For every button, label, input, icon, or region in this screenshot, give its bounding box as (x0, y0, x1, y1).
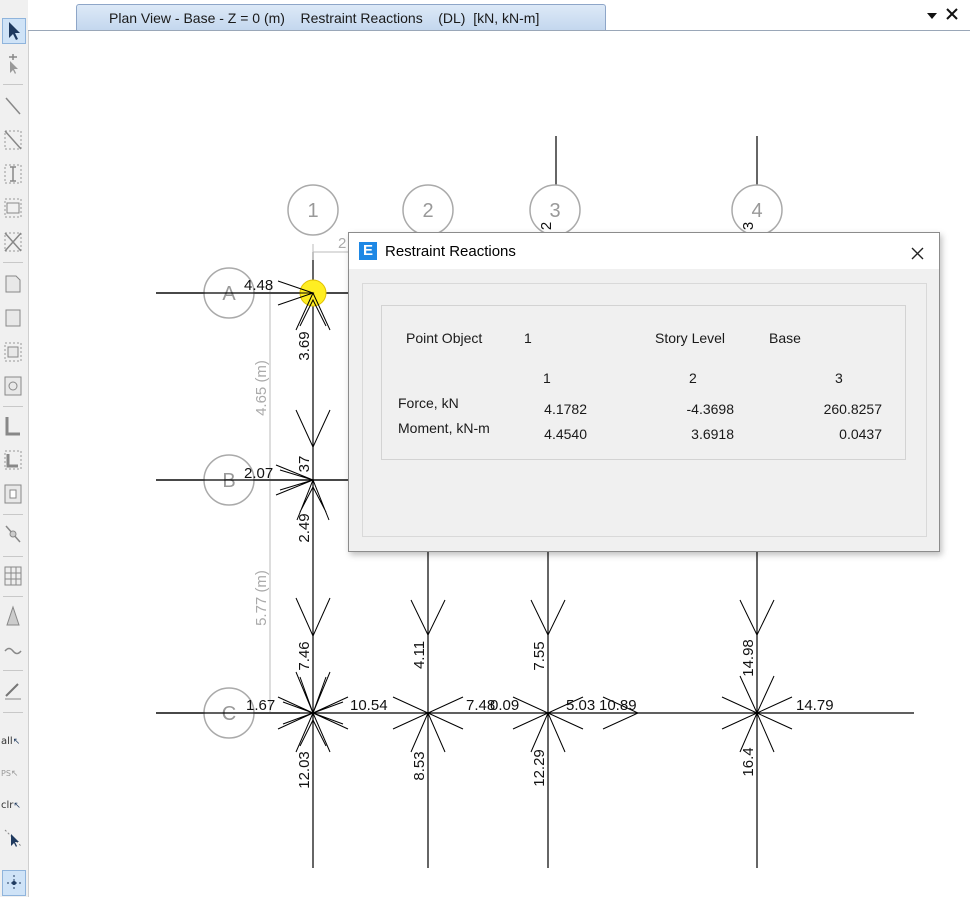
tab-plan-view[interactable]: Plan View - Base - Z = 0 (m) Restraint R… (76, 4, 606, 30)
clear-selection-button[interactable]: clr↖ (1, 800, 21, 811)
reaction-label-c3-up: 7.55 (531, 641, 548, 670)
column-header-3: 3 (835, 370, 843, 386)
draw-circle-icon[interactable] (2, 374, 24, 398)
reaction-label-c3-right: 5.03 (566, 697, 595, 714)
story-level-value: Base (769, 330, 801, 346)
select-pointer-icon[interactable] (2, 18, 26, 44)
app-icon: E (359, 242, 377, 260)
left-toolbar: all↖ PS↖ clr↖ (0, 0, 29, 897)
draw-opening-icon[interactable] (2, 340, 24, 364)
tab-close-icon[interactable] (945, 6, 959, 20)
reaction-label-b1-up: 37 (296, 456, 313, 473)
dialog-close-icon[interactable] (911, 245, 924, 260)
grid-label-C: C (222, 703, 236, 725)
reaction-label-c1-up: 7.46 (296, 641, 313, 670)
draw-wall-opening-icon[interactable] (2, 482, 24, 506)
force-value-2: -4.3698 (686, 401, 734, 417)
column-header-1: 1 (543, 370, 551, 386)
draw-cross-brace-icon[interactable] (2, 230, 24, 254)
reaction-label-a4-side: 3 (740, 222, 757, 230)
reaction-label-c4-right: 14.79 (796, 697, 834, 714)
reaction-label-c1-down: 12.03 (296, 751, 313, 789)
dialog-title: Restraint Reactions (385, 243, 516, 260)
intersecting-line-select-icon[interactable] (2, 826, 24, 850)
draw-grid-icon[interactable] (2, 564, 24, 588)
draw-wall-panel-icon[interactable] (2, 448, 24, 472)
reaction-label-c2-up: 4.11 (411, 641, 428, 669)
tab-dropdown-icon[interactable] (926, 7, 938, 19)
column-header-2: 2 (689, 370, 697, 386)
draw-floor-icon[interactable] (2, 272, 24, 296)
moment-value-1: 4.4540 (544, 426, 587, 442)
view-tab-bar: Plan View - Base - Z = 0 (m) Restraint R… (28, 0, 970, 31)
grid-label-2: 2 (422, 200, 433, 222)
draw-wave-icon[interactable] (2, 638, 24, 662)
reaction-label-a1-left: 4.48 (244, 277, 273, 294)
reaction-label-a3-side: 2 (538, 222, 555, 230)
dimension-bc-label: 5.77 (m) (253, 570, 270, 626)
draw-tendon-icon[interactable] (2, 604, 24, 628)
draw-link-icon[interactable] (2, 522, 24, 546)
reaction-label-c1-left: 1.67 (246, 697, 275, 714)
grid-label-B: B (222, 470, 235, 492)
force-value-3: 260.8257 (823, 401, 882, 417)
moment-value-2: 3.6918 (691, 426, 734, 442)
reaction-label-b1-left: 2.07 (244, 465, 273, 482)
reshape-icon[interactable] (2, 52, 24, 76)
draw-wall-icon[interactable] (2, 414, 24, 438)
force-value-1: 4.1782 (544, 401, 587, 417)
draw-brace-icon[interactable] (2, 128, 24, 152)
snap-icon[interactable] (2, 870, 26, 896)
point-object-value: 1 (524, 330, 532, 346)
reaction-label-c3-down: 12.29 (531, 749, 548, 787)
moment-row-label: Moment, kN-m (398, 420, 490, 436)
reaction-label-c3-right2: 10.89 (599, 697, 637, 714)
grid-label-1: 1 (307, 200, 318, 222)
tab-title: Plan View - Base - Z = 0 (m) Restraint R… (109, 10, 540, 26)
reaction-label-b1-down: 2.49 (296, 513, 313, 542)
reaction-label-c4-up: 14.98 (740, 639, 757, 677)
story-level-label: Story Level (655, 330, 726, 346)
reaction-label-c1-right: 10.54 (350, 697, 388, 714)
reaction-label-c4-down: 16.4 (740, 747, 757, 776)
draw-dimension-icon[interactable] (2, 678, 24, 702)
dimension-ab-label: 4.65 (m) (253, 360, 270, 416)
reaction-label-c2-down: 8.53 (411, 751, 428, 780)
draw-beam-icon[interactable] (2, 196, 24, 220)
reaction-label-c3-left: 0.09 (490, 697, 519, 714)
dialog-titlebar[interactable]: E Restraint Reactions (349, 233, 939, 269)
draw-line-icon[interactable] (2, 94, 24, 118)
draw-rect-floor-icon[interactable] (2, 306, 24, 330)
dimension-top-label: 2 (338, 235, 346, 252)
force-row-label: Force, kN (398, 395, 459, 411)
select-all-button[interactable]: all↖ (1, 736, 20, 747)
grid-label-A: A (222, 283, 236, 305)
draw-column-icon[interactable] (2, 162, 24, 186)
restraint-reactions-dialog: E Restraint Reactions Point Object 1 Sto… (348, 232, 940, 552)
grid-label-3: 3 (549, 200, 560, 222)
moment-value-3: 0.0437 (839, 426, 882, 442)
reaction-label-a1-down: 3.69 (296, 331, 313, 360)
select-previous-button[interactable]: PS↖ (1, 768, 18, 779)
point-object-label: Point Object (406, 330, 483, 346)
grid-label-4: 4 (751, 200, 762, 222)
